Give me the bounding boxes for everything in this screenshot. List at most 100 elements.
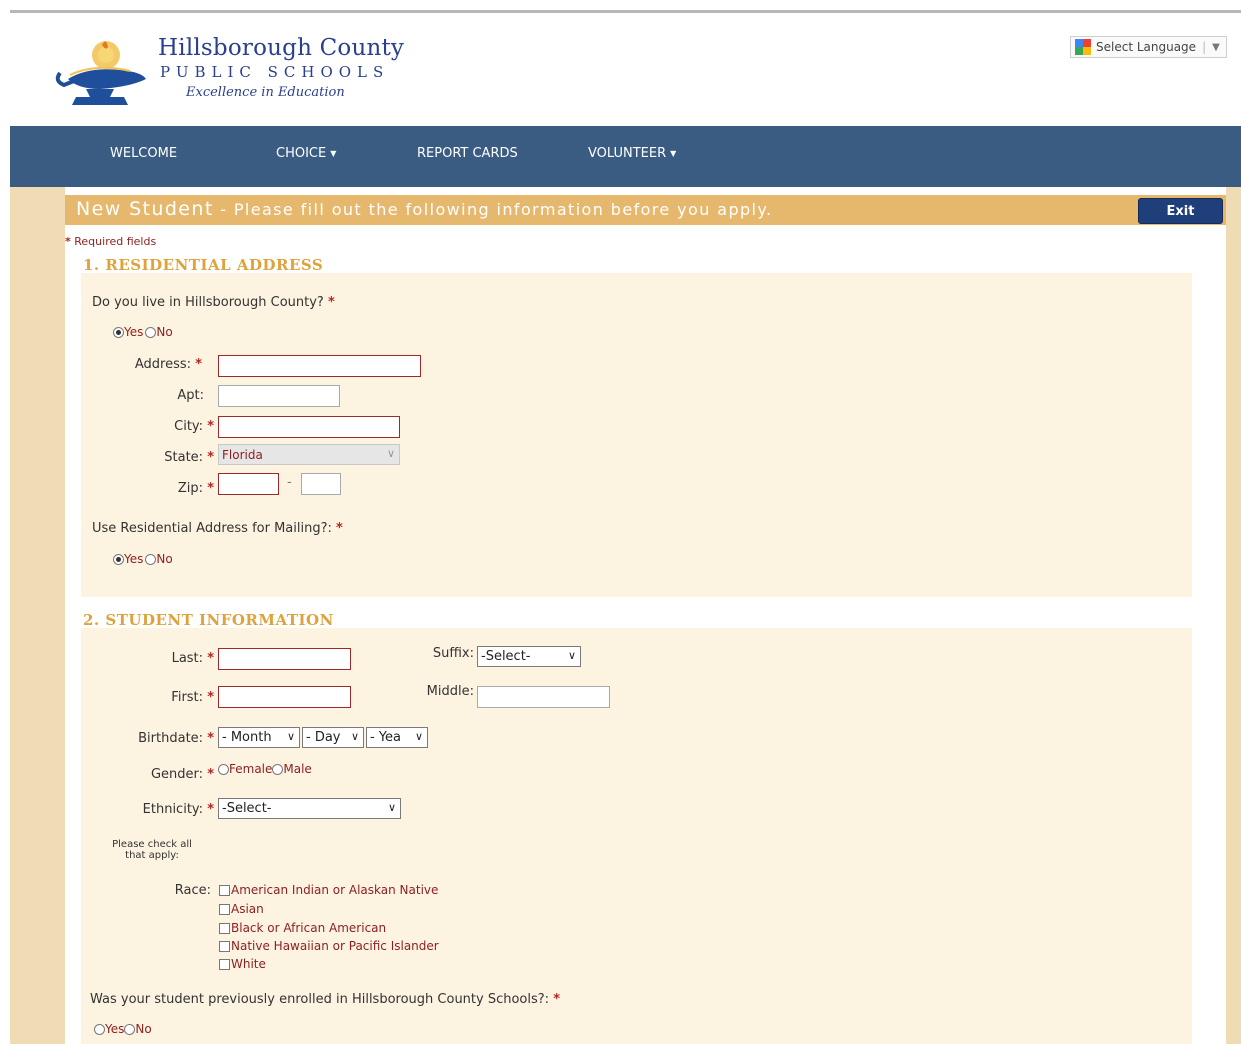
last-name-label: Last: *	[101, 651, 214, 666]
birth-year-select[interactable]: - Yea ∨	[366, 727, 428, 748]
nav-item-welcome[interactable]: WELCOME	[110, 146, 177, 161]
nav-label: REPORT CARDS	[417, 146, 518, 161]
zip-label-text: Zip:	[177, 481, 204, 496]
main-nav: WELCOME CHOICE ▼ REPORT CARDS VOLUNTEER …	[10, 126, 1241, 187]
required-star: *	[207, 419, 214, 434]
required-star: *	[207, 690, 214, 705]
section-title-student-information: 2. STUDENT INFORMATION	[83, 611, 334, 629]
race-option[interactable]: Native Hawaiian or Pacific Islander	[219, 939, 439, 953]
race-option[interactable]: American Indian or Alaskan Native	[219, 883, 438, 897]
state-label: State: *	[101, 450, 214, 465]
nav-label: CHOICE	[276, 146, 327, 161]
race-checkbox[interactable]	[219, 922, 230, 934]
mailing-no-radio[interactable]	[145, 553, 157, 565]
zip-input[interactable]	[218, 473, 279, 495]
first-name-input[interactable]	[218, 686, 351, 708]
ethnicity-select[interactable]: -Select- ∨	[218, 798, 401, 819]
banner-title: New Student	[76, 198, 214, 220]
race-checkbox[interactable]	[219, 884, 230, 896]
mailing-yes-label: Yes	[124, 552, 144, 566]
required-star: *	[195, 357, 202, 372]
zip-plus4-input[interactable]	[301, 473, 341, 495]
select-language-widget[interactable]: Select Language | ▼	[1070, 36, 1227, 58]
race-checkbox[interactable]	[219, 958, 230, 970]
address-input[interactable]	[218, 355, 421, 377]
logo-text[interactable]: Hillsborough County PUBLIC SCHOOLS Excel…	[158, 35, 404, 100]
live-no-radio[interactable]	[145, 326, 157, 338]
language-label: Select Language	[1096, 40, 1197, 54]
apt-label: Apt:	[177, 388, 204, 403]
exit-button[interactable]: Exit	[1138, 198, 1223, 224]
race-option[interactable]: White	[219, 957, 266, 971]
middle-name-input[interactable]	[477, 686, 610, 708]
required-star: *	[207, 450, 214, 465]
city-label-text: City:	[174, 419, 204, 434]
chevron-down-icon: ∨	[386, 447, 395, 460]
gender-male-radio[interactable]	[272, 763, 284, 775]
section-title-residential-address: 1. RESIDENTIAL ADDRESS	[83, 256, 324, 274]
previously-enrolled-question: Was your student previously enrolled in …	[90, 992, 560, 1007]
required-star: *	[65, 235, 71, 248]
form-panel: New Student - Please fill out the follow…	[65, 187, 1226, 1044]
last-name-input[interactable]	[218, 648, 351, 670]
previously-enrolled-text: Was your student previously enrolled in …	[90, 992, 550, 1007]
required-star: *	[336, 521, 343, 536]
nav-item-choice[interactable]: CHOICE ▼	[276, 146, 336, 161]
page-background-left	[10, 187, 65, 1044]
first-name-label: First: *	[101, 690, 214, 705]
birth-year-value: - Yea	[370, 730, 402, 745]
race-option-label: Native Hawaiian or Pacific Islander	[231, 939, 439, 953]
ethnicity-value: -Select-	[222, 801, 272, 816]
gender-label-text: Gender:	[150, 767, 204, 782]
apt-input[interactable]	[218, 385, 340, 407]
mailing-question: Use Residential Address for Mailing?: *	[92, 521, 343, 536]
enrolled-no-radio[interactable]	[124, 1023, 136, 1035]
enrolled-yes-label: Yes	[105, 1022, 125, 1036]
address-label-text: Address:	[134, 357, 192, 372]
race-option-label: White	[231, 957, 266, 971]
race-checkbox[interactable]	[219, 940, 230, 952]
banner-subtitle: - Please fill out the following informat…	[213, 200, 773, 219]
live-yes-radio[interactable]	[113, 326, 124, 338]
nav-label: WELCOME	[110, 146, 178, 161]
enrolled-yes-radio[interactable]	[94, 1023, 105, 1035]
logo-title: Hillsborough County	[158, 35, 405, 61]
chevron-down-icon: ∨	[387, 801, 396, 814]
chevron-down-icon: ▼	[1212, 41, 1220, 53]
google-translate-icon	[1075, 39, 1091, 55]
enrolled-no-label: No	[135, 1022, 152, 1036]
caret-down-icon: ▼	[330, 149, 337, 158]
birth-day-select[interactable]: - Day ∨	[302, 727, 364, 748]
nav-item-report-cards[interactable]: REPORT CARDS	[417, 146, 518, 161]
page-banner: New Student - Please fill out the follow…	[65, 195, 1226, 225]
required-star: *	[207, 481, 214, 496]
race-checkbox[interactable]	[219, 903, 230, 915]
city-input[interactable]	[218, 416, 400, 438]
required-star: *	[207, 651, 214, 666]
birth-month-select[interactable]: - Month ∨	[218, 727, 300, 748]
birthdate-label: Birthdate: *	[101, 731, 214, 746]
required-star: *	[207, 731, 214, 746]
required-star: *	[207, 767, 214, 782]
nav-item-volunteer[interactable]: VOLUNTEER ▼	[588, 146, 676, 161]
suffix-select[interactable]: -Select- ∨	[477, 646, 581, 667]
suffix-value: -Select-	[481, 649, 531, 664]
required-fields-text: Required fields	[74, 235, 157, 248]
gender-female-label: Female	[229, 762, 273, 776]
language-separator: |	[1202, 40, 1207, 54]
chevron-down-icon: ∨	[350, 730, 359, 743]
state-select[interactable]: Florida ∨	[218, 444, 400, 465]
race-instructions-line1: Please check all	[112, 839, 192, 850]
address-label: Address: *	[101, 357, 202, 372]
suffix-label: Suffix:	[432, 646, 474, 661]
lamp-logo-icon[interactable]	[50, 35, 150, 113]
race-option-label: American Indian or Alaskan Native	[231, 883, 439, 897]
race-option-label: Black or African American	[231, 921, 387, 935]
mailing-yes-radio[interactable]	[113, 553, 124, 565]
gender-female-radio[interactable]	[218, 763, 229, 775]
mailing-radios: Yes No	[113, 552, 173, 566]
race-option[interactable]: Black or African American	[219, 921, 386, 935]
race-option[interactable]: Asian	[219, 902, 264, 916]
middle-name-label: Middle:	[426, 684, 474, 699]
mailing-no-label: No	[156, 552, 173, 566]
